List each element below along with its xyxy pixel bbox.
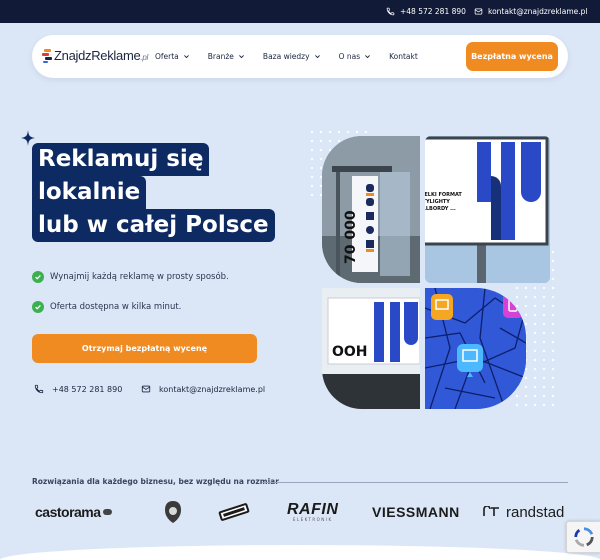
client-logo-powerfood — [218, 503, 250, 521]
nav-item-label: Oferta — [155, 52, 179, 61]
topbar-phone-text: +48 572 281 890 — [400, 7, 466, 16]
free-quote-button[interactable]: Bezpłatna wycena — [466, 42, 558, 71]
client-logo-rafin: RAFIN ELEKTRONIK — [287, 501, 339, 523]
site-logo[interactable]: ZnajdzReklame.pl — [42, 48, 148, 63]
client-logos: castorama RAFIN ELEKTRONIK VIESSMANN rand… — [32, 498, 572, 526]
map-image — [425, 288, 526, 409]
logo-mark-icon — [42, 48, 52, 63]
topbar-email-text: kontakt@znajdzreklame.pl — [488, 7, 588, 16]
headline-line: lokalnie — [32, 176, 147, 209]
nav-item-baza-wiedzy[interactable]: Baza wiedzy — [263, 52, 321, 61]
client-logo-castorama: castorama — [35, 498, 112, 526]
chevron-down-icon — [365, 55, 371, 59]
benefit-item: Wynajmij każdą reklamę w prosty sposób. — [32, 271, 229, 283]
benefit-item: Oferta dostępna w kilka minut. — [32, 301, 181, 313]
hero-phone-text: +48 572 281 890 — [52, 384, 123, 394]
nav-item-kontakt[interactable]: Kontakt — [389, 52, 418, 61]
benefit-text: Wynajmij każdą reklamę w prosty sposób. — [50, 272, 229, 282]
mail-icon — [141, 385, 151, 393]
headline-line: lub w całej Polsce — [32, 209, 275, 242]
citylight-text: 70 000 — [343, 210, 359, 264]
randstad-mark-icon — [483, 506, 499, 516]
phone-icon — [386, 7, 395, 16]
check-icon — [32, 271, 44, 283]
ooh-billboard-image: OOH — [322, 288, 420, 409]
main-navigation: ZnajdzReklame.pl Oferta Branże Baza wied… — [32, 35, 568, 78]
topbar-email-link[interactable]: kontakt@znajdzreklame.pl — [474, 0, 588, 23]
chevron-down-icon — [183, 55, 189, 59]
hero-headline: Reklamuj się lokalnie lub w całej Polsce — [32, 143, 275, 242]
topbar-phone-link[interactable]: +48 572 281 890 — [386, 0, 466, 23]
nav-item-oferta[interactable]: Oferta — [155, 52, 190, 61]
nav-item-label: Kontakt — [389, 52, 418, 61]
benefit-text: Oferta dostępna w kilka minut. — [50, 302, 182, 312]
nav-item-label: O nas — [338, 52, 361, 61]
advertising-collage: 70 000 WIELKI FORMATCITYLIGHTYBILLBORDY … — [322, 136, 552, 410]
citylight-image: 70 000 — [322, 136, 420, 283]
phone-icon — [34, 384, 44, 394]
nav-item-label: Branże — [207, 52, 234, 61]
client-logo-shield — [165, 501, 181, 523]
recaptcha-icon — [573, 527, 594, 547]
nav-item-branze[interactable]: Branże — [208, 52, 245, 61]
client-logo-viessmann: VIESSMANN — [372, 504, 460, 520]
client-logo-randstad: randstad — [483, 498, 564, 526]
divider — [262, 482, 568, 483]
hero-email-link[interactable]: kontakt@znajdzreklame.pl — [141, 384, 265, 394]
hero-email-text: kontakt@znajdzreklame.pl — [159, 384, 266, 394]
chevron-down-icon — [239, 55, 244, 59]
nav-menu: Oferta Branże Baza wiedzy O nas Kontakt — [155, 35, 436, 78]
check-icon — [32, 301, 44, 313]
footer-wave — [0, 545, 600, 560]
headline-line: Reklamuj się — [32, 143, 210, 176]
nav-item-label: Baza wiedzy — [262, 52, 310, 61]
chevron-down-icon — [314, 55, 320, 59]
hero-phone-link[interactable]: +48 572 281 890 — [34, 384, 122, 394]
recaptcha-badge[interactable] — [566, 521, 600, 553]
ooh-text: OOH — [332, 344, 368, 360]
get-free-quote-button[interactable]: Otrzymaj bezpłatną wycenę — [32, 334, 257, 363]
billboard-image: WIELKI FORMATCITYLIGHTYBILLBORDY ... — [425, 136, 550, 283]
clients-heading: Rozwiązania dla każdego biznesu, bez wzg… — [32, 477, 279, 486]
top-bar: +48 572 281 890 kontakt@znajdzreklame.pl — [0, 0, 600, 23]
mail-icon — [474, 8, 483, 15]
logo-text: ZnajdzReklame.pl — [54, 48, 148, 63]
nav-item-o-nas[interactable]: O nas — [339, 52, 372, 61]
